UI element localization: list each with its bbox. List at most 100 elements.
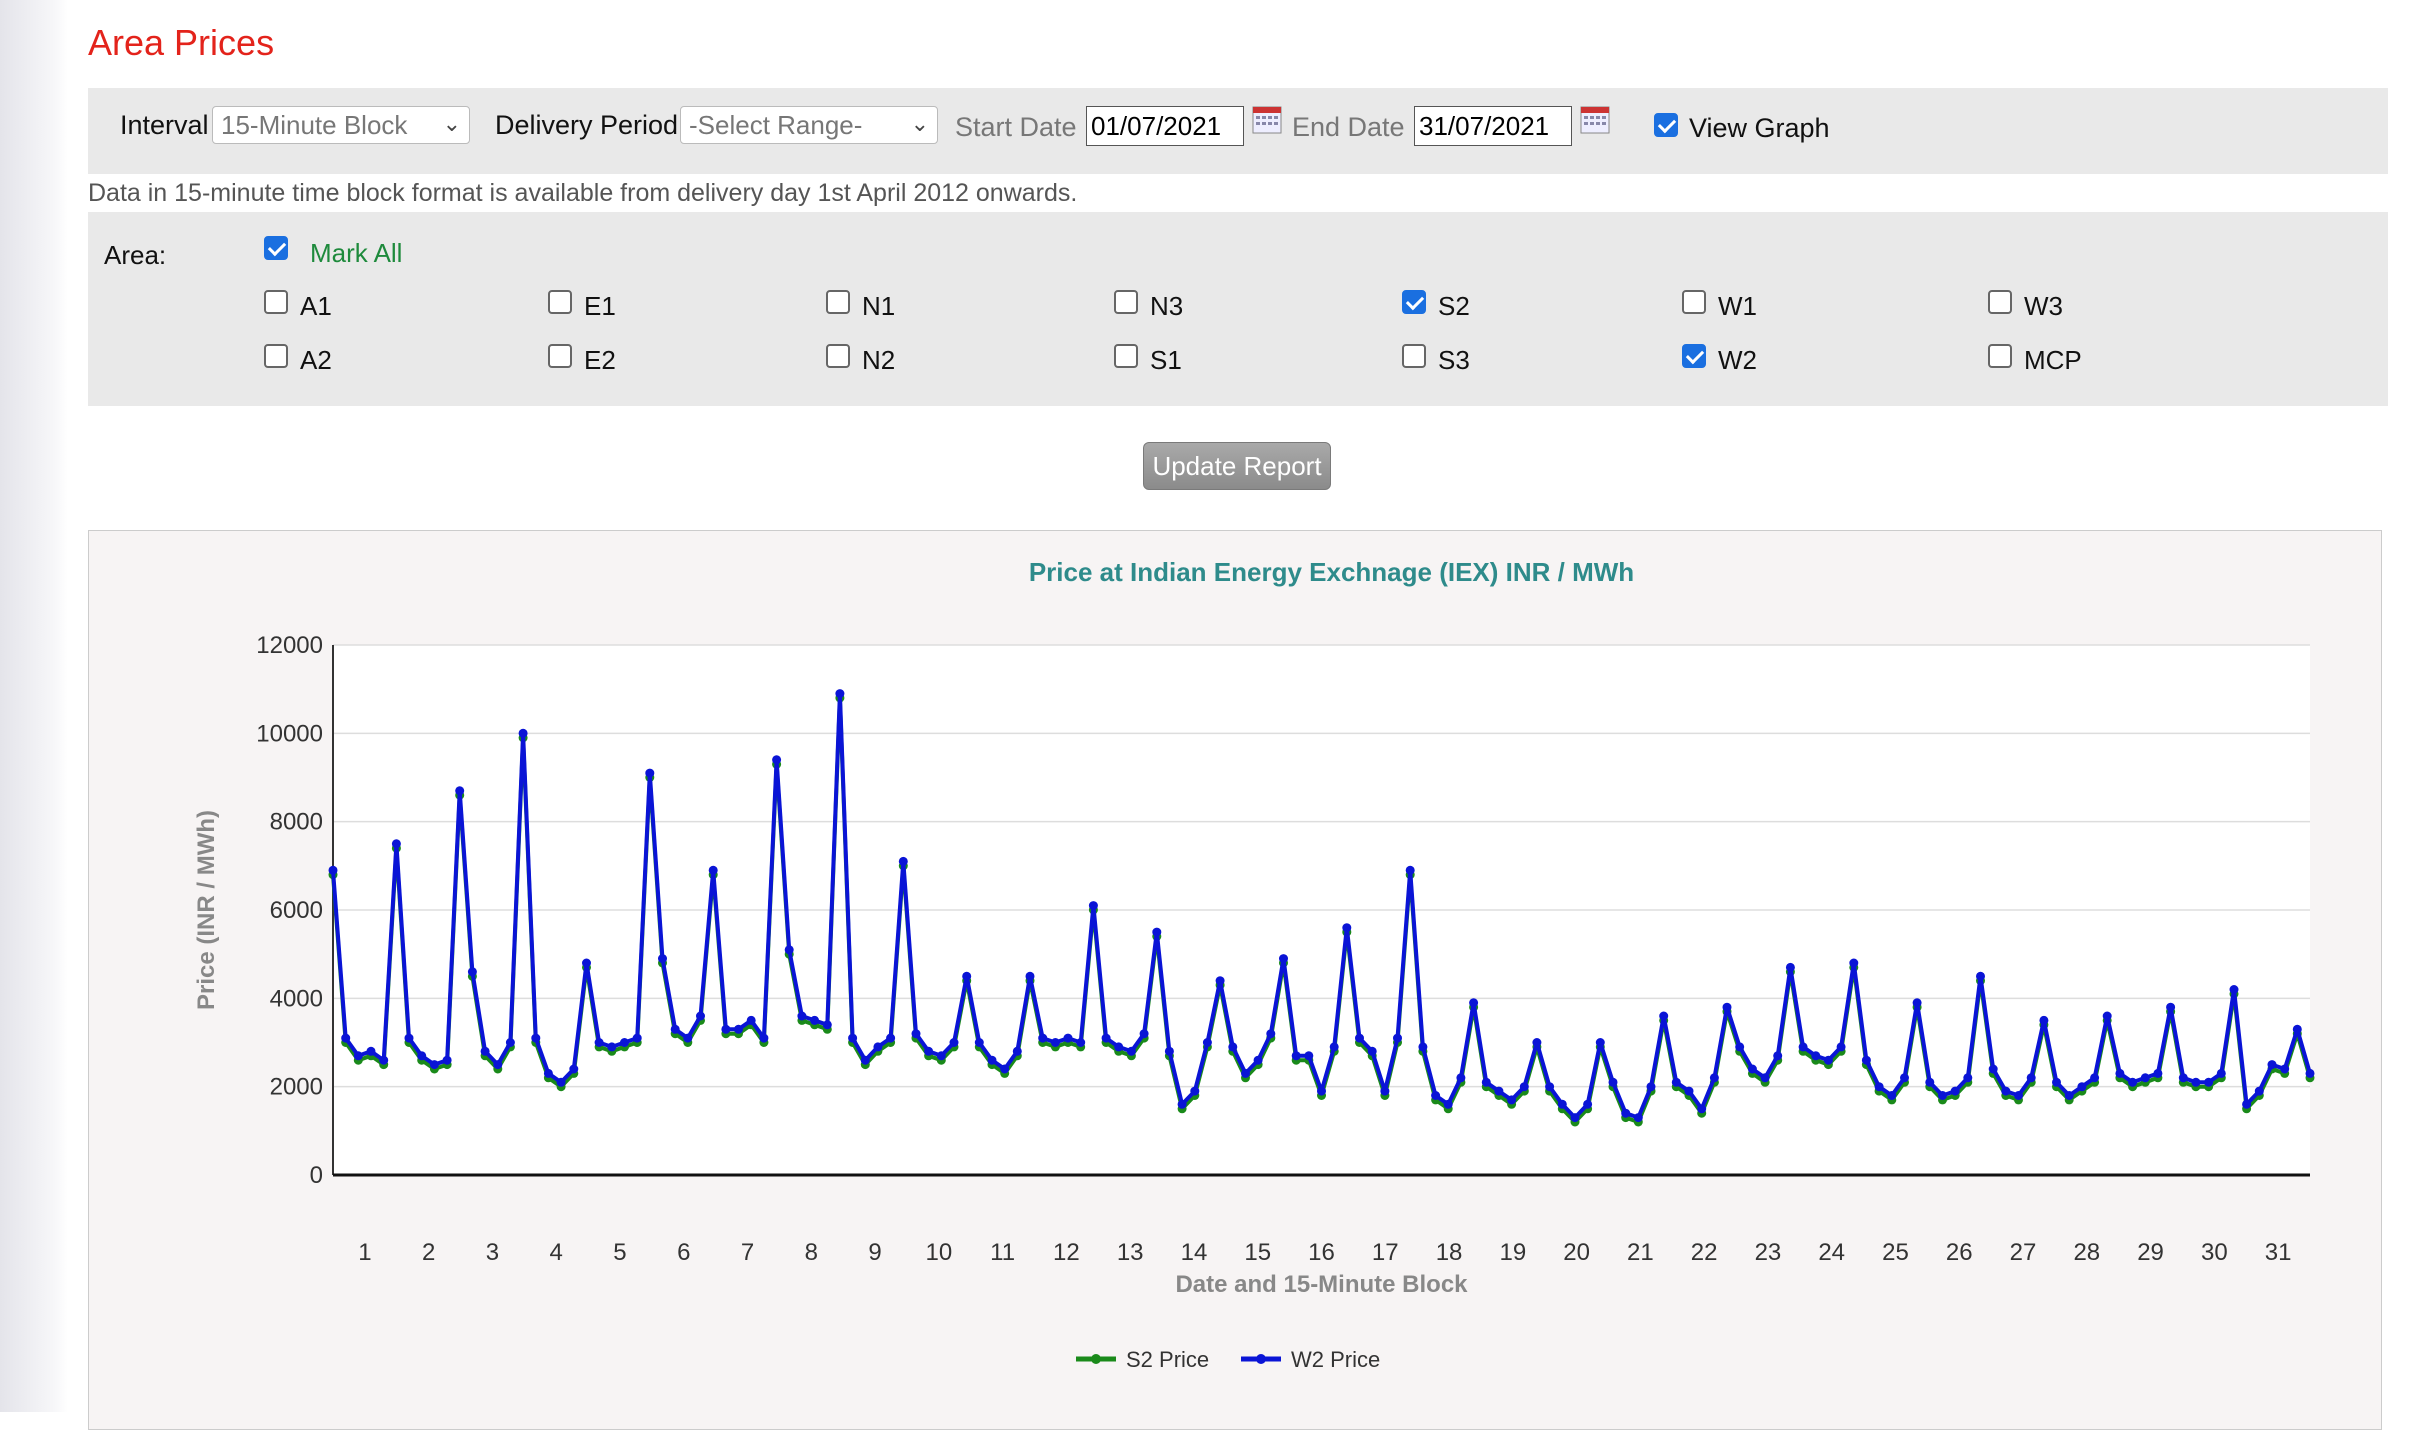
data-point <box>1114 1042 1124 1052</box>
chevron-down-icon: ⌄ <box>442 111 461 136</box>
end-date-input[interactable] <box>1414 106 1572 146</box>
legend-marker <box>1091 1354 1101 1364</box>
data-point <box>1101 1033 1111 1043</box>
calendar-icon[interactable] <box>1252 106 1282 134</box>
x-tick-label: 7 <box>741 1239 754 1266</box>
delivery-period-select[interactable]: -Select Range- ⌄ <box>680 106 938 144</box>
data-point <box>480 1046 490 1056</box>
data-point <box>1393 1033 1402 1043</box>
area-checkbox-w3[interactable] <box>1988 290 2012 314</box>
availability-note: Data in 15-minute time block format is a… <box>88 179 1078 207</box>
data-point <box>1519 1082 1529 1092</box>
x-tick-label: 23 <box>1755 1239 1782 1266</box>
page-shade <box>0 0 68 1412</box>
data-point <box>1887 1091 1897 1100</box>
area-checkbox-w2[interactable] <box>1682 344 1706 368</box>
data-point <box>531 1033 541 1043</box>
data-point <box>898 856 908 866</box>
area-checkbox-n1[interactable] <box>826 290 850 314</box>
data-point <box>1304 1051 1314 1061</box>
data-point <box>2140 1073 2150 1083</box>
area-checkbox-w1[interactable] <box>1682 290 1706 314</box>
area-checkbox-s1[interactable] <box>1114 344 1138 368</box>
x-tick-label: 6 <box>677 1239 690 1266</box>
interval-select[interactable]: 15-Minute Block ⌄ <box>212 106 470 144</box>
data-point <box>1773 1051 1783 1061</box>
x-tick-label: 3 <box>486 1239 499 1266</box>
x-tick-label: 19 <box>1499 1239 1526 1266</box>
data-point <box>2001 1086 2011 1096</box>
data-point <box>1760 1073 1770 1083</box>
area-checkbox-e1[interactable] <box>548 290 572 314</box>
area-checkbox-a1[interactable] <box>264 290 288 314</box>
area-checkbox-s3[interactable] <box>1402 344 1426 368</box>
data-point <box>1633 1113 1643 1123</box>
x-tick-label: 29 <box>2137 1239 2164 1266</box>
chart-title: Price at Indian Energy Exchnage (IEX) IN… <box>1029 557 1634 587</box>
data-point <box>1532 1038 1542 1047</box>
data-point <box>1202 1038 1212 1047</box>
calendar-icon[interactable] <box>1580 106 1610 134</box>
data-point <box>2229 985 2239 994</box>
data-point <box>391 839 401 849</box>
data-point <box>1190 1086 1200 1096</box>
data-point <box>379 1055 389 1065</box>
start-date-input[interactable] <box>1086 106 1244 146</box>
x-tick-label: 13 <box>1117 1239 1144 1266</box>
data-point <box>1355 1033 1364 1043</box>
data-point <box>493 1060 503 1070</box>
mark-all-checkbox[interactable] <box>264 236 288 260</box>
data-point <box>2026 1073 2036 1083</box>
data-point <box>543 1068 553 1078</box>
area-label-e2: E2 <box>584 345 616 375</box>
view-graph-label: View Graph <box>1689 113 1830 143</box>
data-point <box>1785 962 1795 972</box>
area-checkbox-a2[interactable] <box>264 344 288 368</box>
data-point <box>2204 1077 2214 1087</box>
data-point <box>2039 1015 2049 1025</box>
end-date-label: End Date <box>1292 112 1405 142</box>
data-point <box>2267 1060 2277 1070</box>
data-point <box>1418 1042 1428 1052</box>
data-point <box>645 768 655 778</box>
page-title: Area Prices <box>88 22 275 63</box>
data-point <box>2305 1068 2315 1078</box>
data-point <box>1253 1055 1263 1065</box>
data-point <box>2090 1073 2100 1083</box>
start-date-label: Start Date <box>955 112 1077 142</box>
data-point <box>1228 1042 1238 1052</box>
data-point <box>1126 1046 1136 1056</box>
legend-marker <box>1256 1354 1266 1364</box>
data-point <box>1545 1082 1555 1092</box>
data-point <box>2052 1077 2061 1087</box>
area-label-n3: N3 <box>1150 291 1184 321</box>
area-checkbox-n3[interactable] <box>1114 290 1138 314</box>
view-graph-checkbox[interactable] <box>1654 113 1678 137</box>
data-point <box>1976 971 1985 981</box>
x-tick-label: 22 <box>1691 1239 1718 1266</box>
x-tick-label: 10 <box>926 1239 953 1266</box>
mark-all-label: Mark All <box>310 238 403 268</box>
data-point <box>1836 1042 1846 1052</box>
x-tick-label: 8 <box>805 1239 818 1266</box>
x-tick-label: 25 <box>1882 1239 1909 1266</box>
area-checkbox-mcp[interactable] <box>1988 344 2012 368</box>
area-label-e1: E1 <box>584 291 616 321</box>
x-tick-label: 20 <box>1563 1239 1590 1266</box>
data-point <box>505 1038 515 1047</box>
data-point <box>835 689 845 699</box>
data-point <box>848 1033 858 1043</box>
area-checkbox-e2[interactable] <box>548 344 572 368</box>
area-checkbox-n2[interactable] <box>826 344 850 368</box>
data-point <box>759 1033 769 1043</box>
data-point <box>1950 1086 1960 1096</box>
data-point <box>328 865 338 875</box>
update-report-button[interactable]: Update Report <box>1143 442 1331 490</box>
data-point <box>1266 1029 1276 1039</box>
data-point <box>1557 1099 1567 1109</box>
data-point <box>721 1024 731 1034</box>
y-axis-title: Price (INR / MWh) <box>193 810 220 1010</box>
area-checkbox-s2[interactable] <box>1402 290 1426 314</box>
area-label-a2: A2 <box>300 345 332 375</box>
data-point <box>582 958 591 968</box>
